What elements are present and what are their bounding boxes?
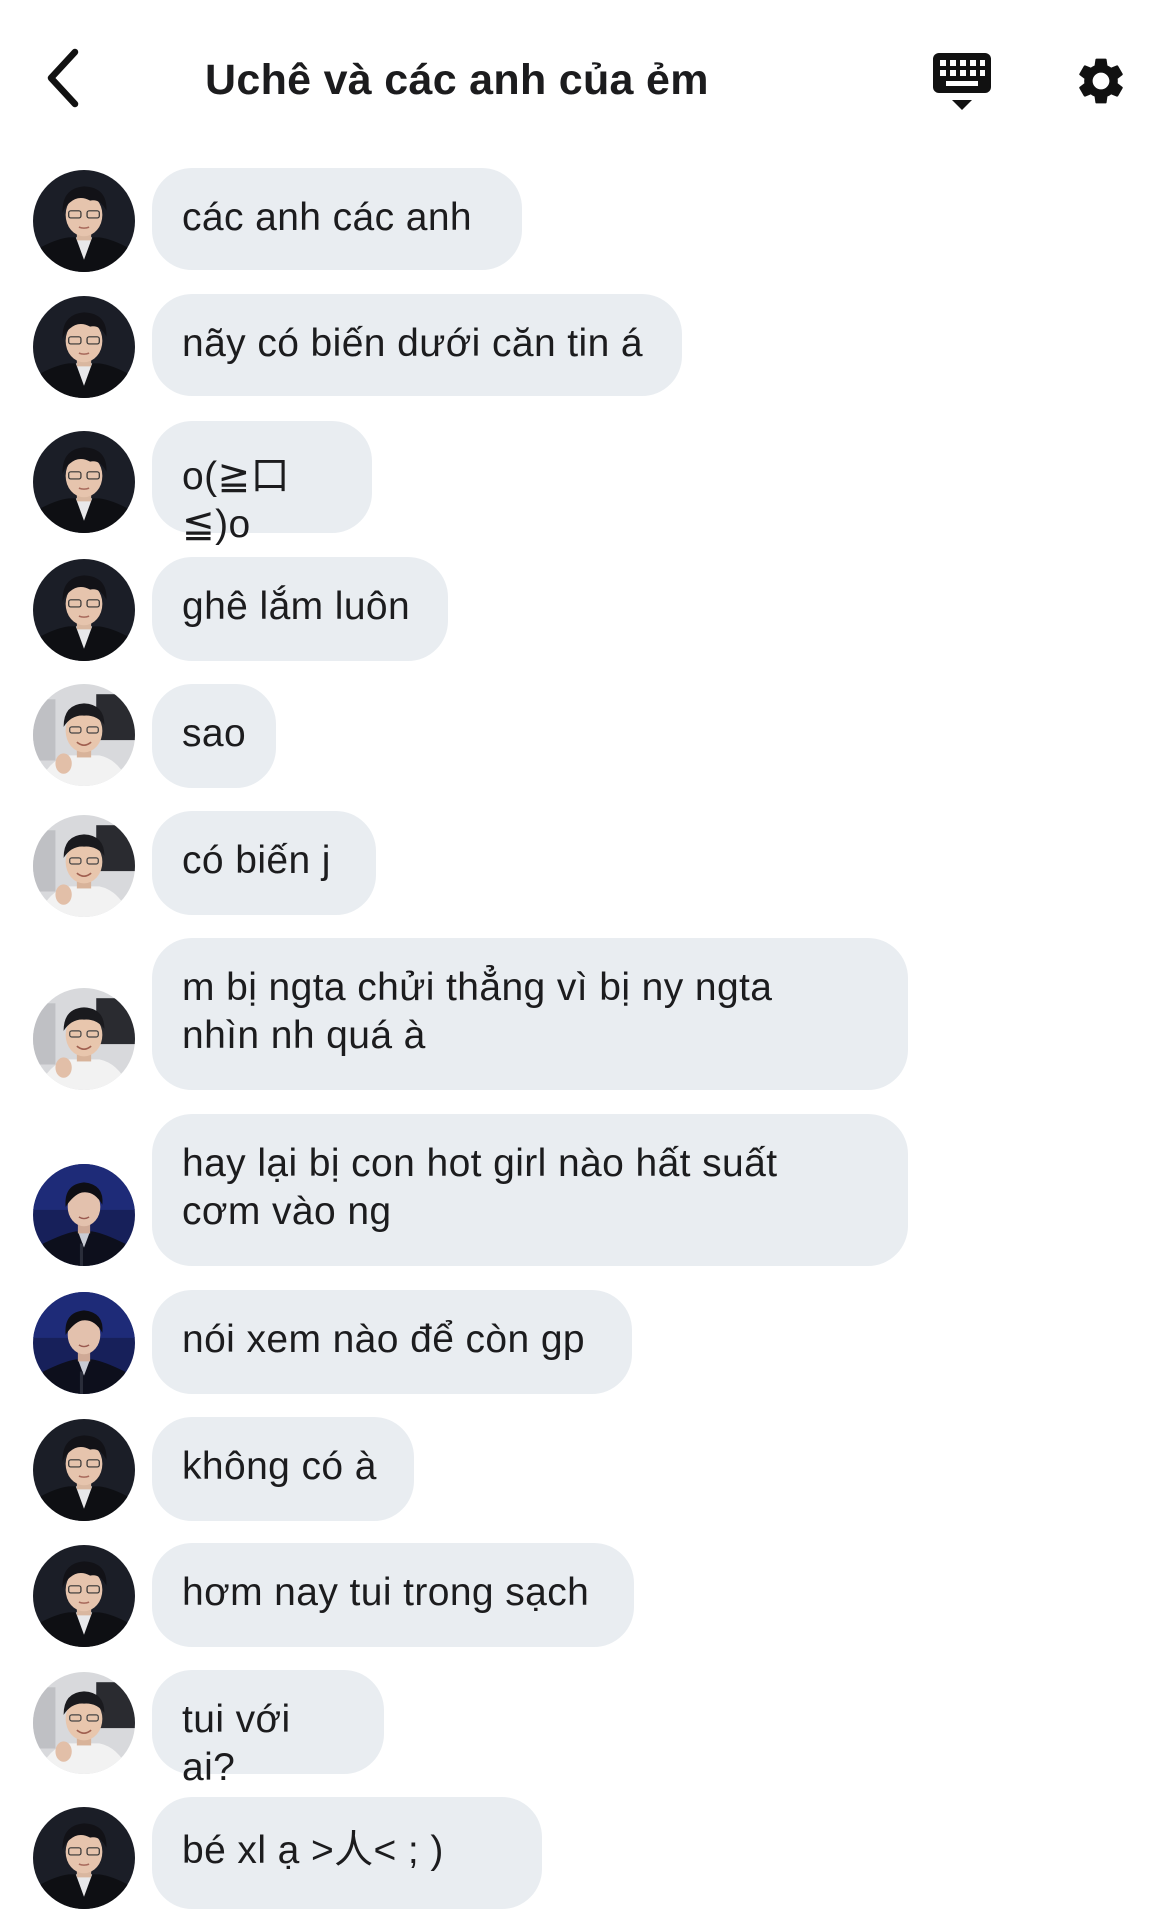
message-bubble[interactable]: các anh các anh xyxy=(152,168,522,270)
avatar[interactable] xyxy=(33,684,135,786)
message-bubble[interactable]: tui với ai? xyxy=(152,1670,384,1789)
message-bubble[interactable]: o(≧口≦)o xyxy=(152,421,372,546)
message-bubble[interactable]: không có à xyxy=(152,1417,414,1521)
message-bubble[interactable]: có biến j xyxy=(152,811,376,915)
avatar[interactable] xyxy=(33,1419,135,1521)
avatar[interactable] xyxy=(33,431,135,533)
avatar[interactable] xyxy=(33,1807,135,1909)
message-list[interactable]: các anh các anh nãy có biến dưới căn tin… xyxy=(0,0,1169,1920)
message-bubble[interactable]: ghê lắm luôn xyxy=(152,557,448,661)
avatar[interactable] xyxy=(33,559,135,661)
message-bubble[interactable]: m bị ngta chửi thẳng vì bị ny ngta nhìn … xyxy=(152,938,908,1090)
avatar[interactable] xyxy=(33,1672,135,1774)
message-bubble[interactable]: nãy có biến dưới căn tin á xyxy=(152,294,682,396)
avatar[interactable] xyxy=(33,988,135,1090)
message-bubble[interactable]: nói xem nào để còn gp xyxy=(152,1290,632,1394)
message-bubble[interactable]: sao xyxy=(152,684,276,788)
avatar[interactable] xyxy=(33,1164,135,1266)
message-bubble[interactable]: hơm nay tui trong sạch xyxy=(152,1543,634,1647)
avatar[interactable] xyxy=(33,170,135,272)
avatar[interactable] xyxy=(33,296,135,398)
message-bubble[interactable]: hay lại bị con hot girl nào hất suất cơm… xyxy=(152,1114,908,1266)
message-bubble[interactable]: bé xl ạ >人< ; ) xyxy=(152,1797,542,1909)
avatar[interactable] xyxy=(33,1545,135,1647)
avatar[interactable] xyxy=(33,815,135,917)
avatar[interactable] xyxy=(33,1292,135,1394)
